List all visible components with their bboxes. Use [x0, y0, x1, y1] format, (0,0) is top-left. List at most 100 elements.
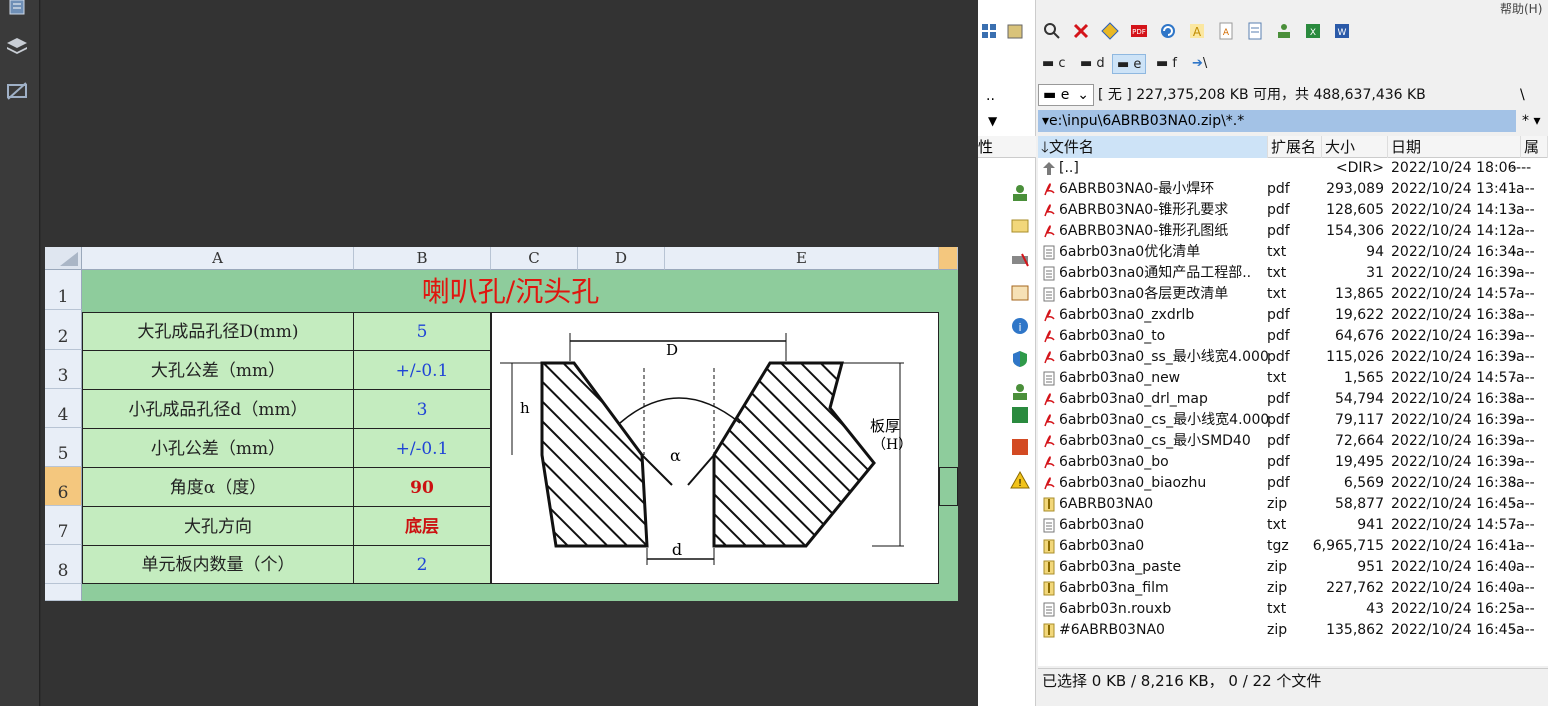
- param-label[interactable]: 大孔成品孔径D(mm): [82, 312, 354, 351]
- grid-icon[interactable]: [980, 22, 998, 40]
- column-header-a[interactable]: A: [82, 247, 354, 270]
- file-row[interactable]: 6ABRB03NA0-锥形孔图纸 pdf 154,306 2022/10/24 14:…: [1038, 221, 1548, 242]
- row-header[interactable]: 2: [45, 310, 82, 350]
- file-row[interactable]: 6abrb03na0_cs_最小线宽4.000 pdf 79,117 2022/10/…: [1038, 410, 1548, 431]
- user-icon[interactable]: [1275, 22, 1293, 40]
- document-icon[interactable]: [6, 0, 28, 22]
- help-menu[interactable]: 帮助(H): [1500, 0, 1542, 17]
- refresh-icon[interactable]: [1159, 22, 1177, 40]
- delete-icon[interactable]: [1072, 22, 1090, 40]
- file-row[interactable]: 6abrb03n.rouxb txt 43 2022/10/24 16:25 -a--: [1038, 599, 1548, 620]
- word-icon[interactable]: W: [1333, 22, 1351, 40]
- font-icon[interactable]: A: [1188, 22, 1206, 40]
- pack-icon[interactable]: [1006, 22, 1024, 40]
- drive-select[interactable]: ▬ e ⌄: [1038, 84, 1094, 106]
- column-header-b[interactable]: B: [354, 247, 491, 270]
- drive-d-button[interactable]: ▬ d: [1076, 54, 1109, 74]
- row-header[interactable]: 1: [45, 270, 82, 310]
- layers-icon[interactable]: [6, 36, 28, 58]
- drive-f-button[interactable]: ▬ f: [1152, 54, 1181, 74]
- shield-icon[interactable]: [1010, 349, 1030, 369]
- root-dir-button[interactable]: \: [1520, 84, 1525, 106]
- select-all-corner[interactable]: [45, 247, 82, 270]
- row-header-selected[interactable]: 6: [45, 467, 82, 506]
- param-label[interactable]: 大孔公差（mm）: [82, 350, 354, 390]
- dropdown-arrow-icon[interactable]: ▼: [988, 114, 997, 128]
- file-row[interactable]: 6abrb03na0_bo pdf 19,495 2022/10/24 16:39 -a…: [1038, 452, 1548, 473]
- param-value[interactable]: 2: [353, 545, 491, 584]
- countersink-diagram[interactable]: D h α d 板厚 （H）: [491, 312, 939, 584]
- row-header[interactable]: 4: [45, 389, 82, 428]
- file-row[interactable]: 6abrb03na0_drl_map pdf 54,794 2022/10/24 16…: [1038, 389, 1548, 410]
- param-value[interactable]: 3: [353, 389, 491, 429]
- disconnect-icon[interactable]: [1010, 250, 1030, 270]
- file-row[interactable]: 6abrb03na0 txt 941 2022/10/24 14:57 -a--: [1038, 515, 1548, 536]
- excel-icon[interactable]: [1010, 405, 1030, 425]
- file-row[interactable]: 6abrb03na0_biaozhu pdf 6,569 2022/10/24 16:…: [1038, 473, 1548, 494]
- file-row[interactable]: 6abrb03na0 tgz 6,965,715 2022/10/24 16:41 -a…: [1038, 536, 1548, 557]
- param-value[interactable]: 5: [353, 312, 491, 351]
- user-icon[interactable]: [1010, 183, 1030, 203]
- column-header-d[interactable]: D: [578, 247, 665, 270]
- column-header-ext[interactable]: 扩展名: [1268, 136, 1322, 158]
- print-icon[interactable]: [1246, 22, 1264, 40]
- param-label[interactable]: 大孔方向: [82, 506, 354, 546]
- sheet-title[interactable]: 喇叭孔/沉头孔: [82, 270, 939, 312]
- info-icon[interactable]: i: [1010, 316, 1030, 336]
- file-row[interactable]: 6abrb03na_film zip 227,762 2022/10/24 16:40…: [1038, 578, 1548, 599]
- file-row[interactable]: 6abrb03na0各层更改清单 txt 13,865 2022/10/24 14:5…: [1038, 284, 1548, 305]
- column-header-size[interactable]: 大小: [1322, 136, 1388, 158]
- path-bar[interactable]: ▾e:\inpu\6ABRB03NA0.zip\*.*: [1038, 110, 1516, 132]
- column-header-e[interactable]: E: [665, 247, 939, 270]
- column-header-c[interactable]: C: [491, 247, 578, 270]
- row-header[interactable]: 5: [45, 428, 82, 467]
- mail-icon[interactable]: [1010, 216, 1030, 236]
- column-header-f[interactable]: [939, 247, 958, 270]
- color-icon[interactable]: [1101, 22, 1119, 40]
- row-header[interactable]: 8: [45, 545, 82, 584]
- file-row[interactable]: 6abrb03na0通知产品工程部.. txt 31 2022/10/24 16:39…: [1038, 263, 1548, 284]
- hide-icon[interactable]: [6, 80, 28, 102]
- find-icon[interactable]: [1043, 22, 1061, 40]
- file-row[interactable]: 6abrb03na0_to pdf 64,676 2022/10/24 16:39 -a…: [1038, 326, 1548, 347]
- pdf-icon[interactable]: PDF: [1130, 22, 1148, 40]
- param-value[interactable]: 90: [353, 467, 491, 507]
- column-header-attr[interactable]: 属性: [1521, 136, 1548, 178]
- file-row[interactable]: 6ABRB03NA0-最小焊环 pdf 293,089 2022/10/24 13:4…: [1038, 179, 1548, 200]
- file-row[interactable]: 6abrb03na0_new txt 1,565 2022/10/24 14:57 -a…: [1038, 368, 1548, 389]
- image-icon[interactable]: [1010, 283, 1030, 303]
- param-value[interactable]: +/-0.1: [353, 428, 491, 468]
- file-row[interactable]: 6abrb03na0优化清单 txt 94 2022/10/24 16:34 -a--: [1038, 242, 1548, 263]
- row-header[interactable]: 3: [45, 350, 82, 389]
- left-column-header[interactable]: 性: [978, 136, 1036, 158]
- param-label[interactable]: 小孔成品孔径d（mm）: [82, 389, 354, 429]
- param-label[interactable]: 单元板内数量（个）: [82, 545, 354, 584]
- network-drive-button[interactable]: ➔\: [1188, 54, 1211, 74]
- param-label[interactable]: 角度α（度）: [82, 467, 354, 507]
- file-row[interactable]: 6abrb03na0_ss_最小线宽4.000 pdf 115,026 2022/10…: [1038, 347, 1548, 368]
- drive-e-button[interactable]: ▬ e: [1112, 54, 1147, 74]
- selected-cell-f6[interactable]: [939, 467, 958, 506]
- row-header[interactable]: 7: [45, 506, 82, 545]
- column-header-name[interactable]: 🡓文件名: [1038, 136, 1268, 158]
- file-row[interactable]: 6ABRB03NA0-锥形孔要求 pdf 128,605 2022/10/24 14:…: [1038, 200, 1548, 221]
- file-row[interactable]: 6abrb03na0_zxdrlb pdf 19,622 2022/10/24 16:…: [1038, 305, 1548, 326]
- warning-icon[interactable]: !: [1010, 470, 1030, 490]
- param-value[interactable]: 底层: [353, 506, 491, 546]
- file-row[interactable]: #6ABRB03NA0 zip 135,862 2022/10/24 16:45 -a-…: [1038, 620, 1548, 641]
- row-header[interactable]: [45, 584, 82, 601]
- param-label[interactable]: 小孔公差（mm）: [82, 428, 354, 468]
- excel-icon[interactable]: X: [1304, 22, 1322, 40]
- param-value[interactable]: +/-0.1: [353, 350, 491, 390]
- column-header-date[interactable]: 日期: [1388, 136, 1521, 158]
- edit-icon[interactable]: A: [1217, 22, 1235, 40]
- file-row[interactable]: 6abrb03na_paste zip 951 2022/10/24 16:40 -a-…: [1038, 557, 1548, 578]
- user-icon[interactable]: [1010, 382, 1030, 402]
- filter-button[interactable]: * ▾: [1522, 110, 1540, 132]
- up-dir-button[interactable]: ..: [986, 88, 995, 104]
- file-row[interactable]: [..] <DIR> 2022/10/24 18:06 ----: [1038, 158, 1548, 179]
- drive-c-button[interactable]: ▬ c: [1038, 54, 1070, 74]
- file-row[interactable]: 6ABRB03NA0 zip 58,877 2022/10/24 16:45 -a--: [1038, 494, 1548, 515]
- office-icon[interactable]: [1010, 437, 1030, 457]
- file-row[interactable]: 6abrb03na0_cs_最小SMD40 pdf 72,664 2022/10/24…: [1038, 431, 1548, 452]
